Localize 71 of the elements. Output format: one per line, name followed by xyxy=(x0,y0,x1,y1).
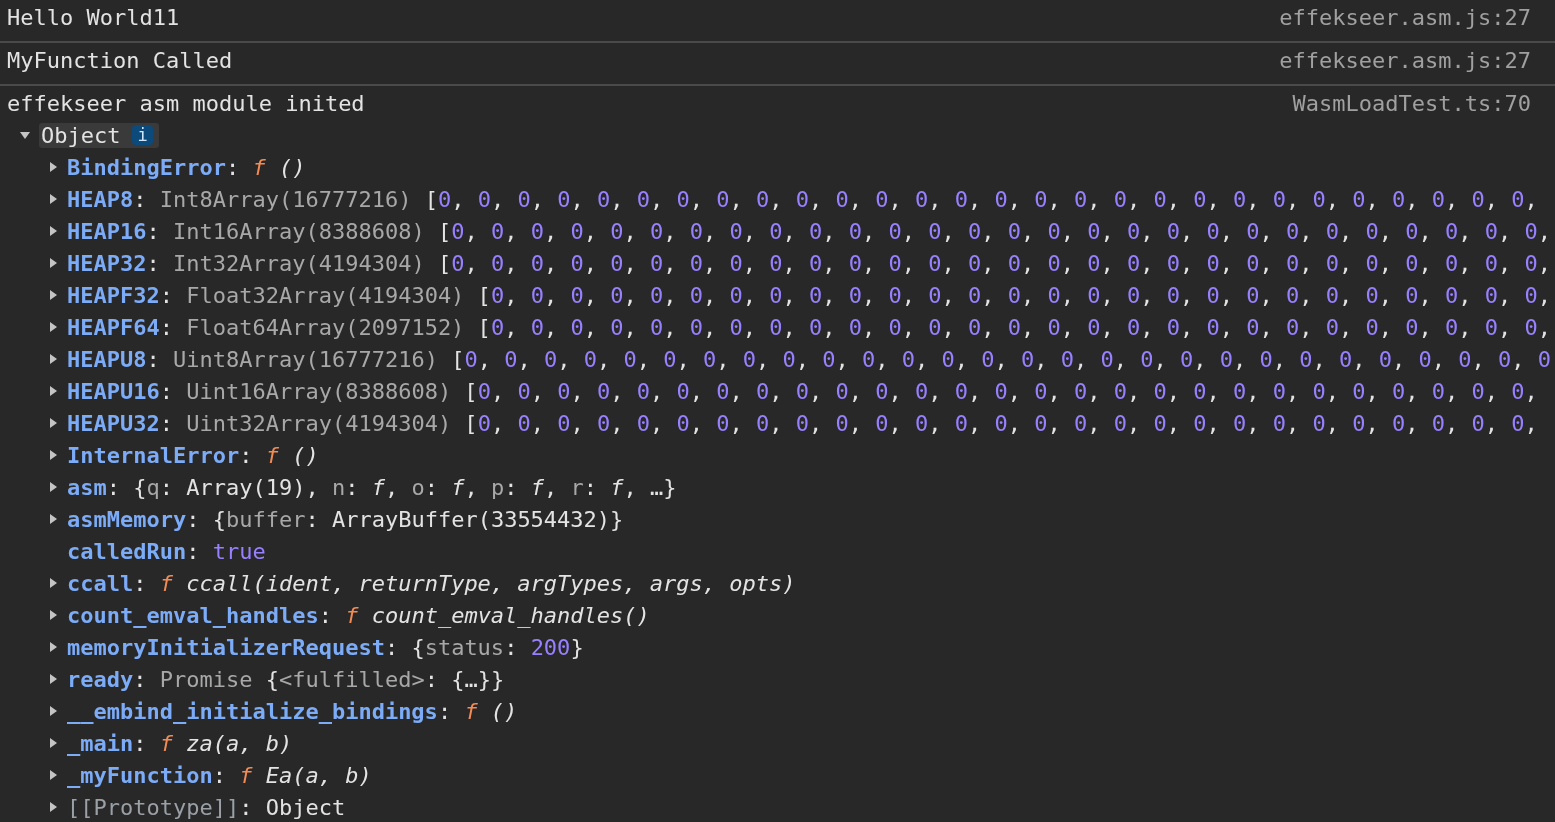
property-value: : Promise {<fulfilled>: {…}} xyxy=(133,666,505,692)
property-value: : f za(a, b) xyxy=(133,730,293,756)
expand-triangle-icon[interactable] xyxy=(47,449,59,461)
property-key: [[Prototype]] xyxy=(67,794,240,820)
message-text: effekseer asm module inited xyxy=(7,90,366,116)
property-key: _main xyxy=(67,730,134,756)
expand-triangle-icon[interactable] xyxy=(47,577,59,589)
expand-triangle-icon[interactable] xyxy=(47,225,59,237)
property-key: HEAPF64 xyxy=(67,314,160,340)
expand-triangle-icon[interactable] xyxy=(47,289,59,301)
property-value: : Object xyxy=(239,794,346,820)
expand-triangle-icon[interactable] xyxy=(47,737,59,749)
source-link[interactable]: effekseer.asm.js:27 xyxy=(1279,47,1531,73)
property-key: HEAP8 xyxy=(67,186,134,212)
property-value: : Float64Array(2097152) [0, 0, 0, 0, 0, 0, 0, 0, 0, 0, 0, 0, 0, 0, 0, 0, 0, 0, 0, 0, 0, 0, 0, 0, 0, 0, 0, xyxy=(159,314,1551,340)
source-link[interactable]: effekseer.asm.js:27 xyxy=(1279,4,1531,30)
expand-triangle-icon[interactable] xyxy=(47,801,59,813)
property-value: : Float32Array(4194304) [0, 0, 0, 0, 0, 0, 0, 0, 0, 0, 0, 0, 0, 0, 0, 0, 0, 0, 0, 0, 0, 0, 0, 0, 0, 0, 0, xyxy=(159,282,1551,308)
property-key: ready xyxy=(67,666,134,692)
property-key: HEAPU8 xyxy=(67,346,147,372)
property-value: : true xyxy=(186,538,266,564)
property-value: : f Ea(a, b) xyxy=(212,762,372,788)
expand-triangle-icon[interactable] xyxy=(47,353,59,365)
expand-triangle-icon[interactable] xyxy=(47,257,59,269)
property-value: : Uint32Array(4194304) [0, 0, 0, 0, 0, 0, 0, 0, 0, 0, 0, 0, 0, 0, 0, 0, 0, 0, 0, 0, 0, 0, 0, 0, 0, 0, 0, xyxy=(159,410,1538,436)
expand-triangle-icon[interactable] xyxy=(47,417,59,429)
property-key: HEAP32 xyxy=(67,250,147,276)
property-key: HEAPF32 xyxy=(67,282,160,308)
expand-triangle-icon[interactable] xyxy=(47,769,59,781)
property-value: : Int16Array(8388608) [0, 0, 0, 0, 0, 0, 0, 0, 0, 0, 0, 0, 0, 0, 0, 0, 0, 0, 0, 0, 0, 0, 0, 0, 0, 0, 0, 0, xyxy=(146,218,1551,244)
property-key: asm xyxy=(67,474,107,500)
property-key: InternalError xyxy=(67,442,240,468)
property-key: BindingError xyxy=(67,154,226,180)
property-key: __embind_initialize_bindings xyxy=(67,698,438,724)
expand-triangle-icon[interactable] xyxy=(19,129,31,141)
expand-triangle-icon[interactable] xyxy=(47,385,59,397)
property-value: : f ccall(ident, returnType, argTypes, args, opts) xyxy=(133,570,796,596)
property-value: : {buffer: ArrayBuffer(33554432)} xyxy=(186,506,624,532)
property-key: ccall xyxy=(67,570,134,596)
property-value: : f () xyxy=(225,154,306,180)
expand-triangle-icon[interactable] xyxy=(47,193,59,205)
property-value: : Uint16Array(8388608) [0, 0, 0, 0, 0, 0, 0, 0, 0, 0, 0, 0, 0, 0, 0, 0, 0, 0, 0, 0, 0, 0, 0, 0, 0, 0, 0, xyxy=(159,378,1538,404)
object-label[interactable]: Object i xyxy=(39,122,159,148)
property-key: calledRun xyxy=(67,538,187,564)
property-key: asmMemory xyxy=(67,506,187,532)
expand-triangle-icon[interactable] xyxy=(47,161,59,173)
property-value: : {status: 200} xyxy=(384,634,584,660)
property-key: HEAP16 xyxy=(67,218,147,244)
expand-triangle-icon[interactable] xyxy=(47,513,59,525)
property-key: memoryInitializerRequest xyxy=(67,634,385,660)
property-value: : f () xyxy=(437,698,518,724)
expand-triangle-icon[interactable] xyxy=(47,673,59,685)
property-key: HEAPU32 xyxy=(67,410,160,436)
property-value: : Int32Array(4194304) [0, 0, 0, 0, 0, 0, 0, 0, 0, 0, 0, 0, 0, 0, 0, 0, 0, 0, 0, 0, 0, 0, 0, 0, 0, 0, 0, 0, xyxy=(146,250,1551,276)
property-key: _myFunction xyxy=(67,762,213,788)
message-text: Hello World11 xyxy=(7,4,181,30)
property-value: : f () xyxy=(239,442,319,468)
property-key: count_emval_handles xyxy=(67,602,319,628)
source-link[interactable]: WasmLoadTest.ts:70 xyxy=(1292,90,1531,116)
expand-triangle-icon[interactable] xyxy=(47,641,59,653)
property-value: : Uint8Array(16777216) [0, 0, 0, 0, 0, 0, 0, 0, 0, 0, 0, 0, 0, 0, 0, 0, 0, 0, 0, 0, 0, 0, 0, 0, 0, 0, 0, 0 xyxy=(146,346,1551,372)
message-text: MyFunction Called xyxy=(7,47,234,73)
property-value: : {q: Array(19), n: f, o: f, p: f, r: f, …} xyxy=(106,474,677,500)
property-value: : Int8Array(16777216) [0, 0, 0, 0, 0, 0, 0, 0, 0, 0, 0, 0, 0, 0, 0, 0, 0, 0, 0, 0, 0, 0, 0, 0, 0, 0, 0, 0, xyxy=(133,186,1538,212)
info-badge[interactable]: i xyxy=(132,125,153,145)
expand-triangle-icon[interactable] xyxy=(47,481,59,493)
expand-triangle-icon[interactable] xyxy=(47,705,59,717)
property-key: HEAPU16 xyxy=(67,378,160,404)
expand-triangle-icon[interactable] xyxy=(47,609,59,621)
expand-triangle-icon[interactable] xyxy=(47,321,59,333)
property-value: : f count_emval_handles() xyxy=(318,602,650,628)
